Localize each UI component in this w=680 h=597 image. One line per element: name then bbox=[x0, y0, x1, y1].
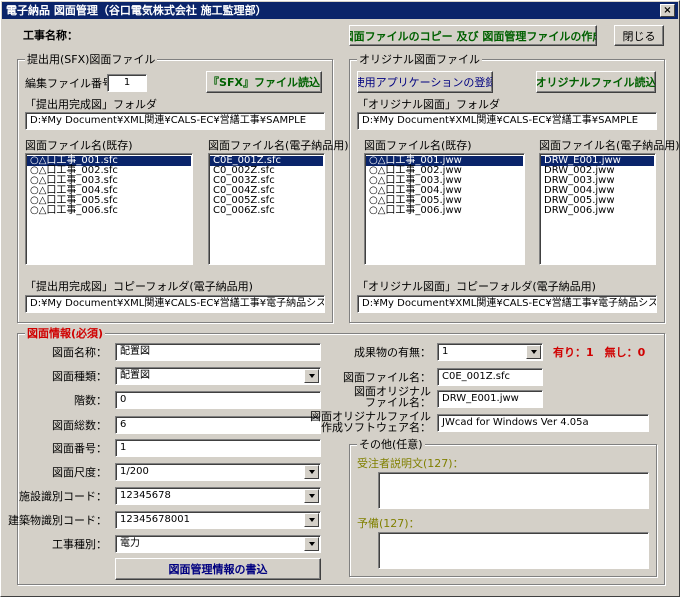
reserve-label: 予備(127)： bbox=[357, 517, 420, 530]
building-code-label: 建築物識別コード： bbox=[8, 514, 107, 527]
sfx-list1-label: 図面ファイル名(既存) bbox=[25, 139, 133, 152]
original-copy-folder-input[interactable]: D:¥My Document¥XML関連¥CALS-EC¥営繕工事¥電子納品シス… bbox=[357, 295, 657, 313]
write-drawing-info-button[interactable]: 図面管理情報の書込 bbox=[115, 558, 321, 580]
list-item[interactable]: ○△口工事_006.jww bbox=[366, 206, 523, 216]
product-exists-select[interactable]: 1 bbox=[437, 343, 543, 361]
list-item[interactable]: DRW_006.jww bbox=[541, 206, 654, 216]
close-icon[interactable]: × bbox=[660, 4, 675, 17]
chevron-down-icon[interactable] bbox=[304, 537, 319, 551]
drawing-number-input[interactable]: 1 bbox=[115, 439, 321, 457]
building-code-select[interactable]: 12345678001 bbox=[115, 511, 321, 529]
work-type-label: 工事種別： bbox=[52, 538, 107, 551]
sfx-list2-label: 図面ファイル名(電子納品用) bbox=[208, 139, 349, 152]
creation-software-input[interactable]: JWcad for Windows Ver 4.05a bbox=[437, 414, 649, 432]
work-type-value: 電力 bbox=[120, 538, 140, 549]
edit-file-number-input[interactable]: 1 bbox=[107, 74, 147, 92]
sfx-delivery-file-list[interactable]: C0E_001Z.sfc C0_002Z.sfc C0_003Z.sfc C0_… bbox=[208, 153, 325, 265]
original-read-button[interactable]: オリジナルファイル読込 bbox=[536, 71, 656, 93]
original-folder-label: 「オリジナル図面」フォルダ bbox=[357, 98, 500, 111]
product-exists-note: 有り：1 無し：0 bbox=[553, 346, 646, 359]
contractor-description-label: 受注者説明文(127)： bbox=[357, 457, 464, 470]
drawing-scale-select[interactable]: 1/200 bbox=[115, 463, 321, 481]
drawing-file-input[interactable]: C0E_001Z.sfc bbox=[437, 368, 543, 386]
other-optional-title: その他(任意) bbox=[357, 438, 425, 451]
sfx-group-title: 提出用(SFX)図面ファイル bbox=[25, 53, 158, 66]
original-folder-input[interactable]: D:¥My Document¥XML関連¥CALS-EC¥営繕工事¥SAMPLE bbox=[357, 112, 657, 130]
list-item[interactable]: ○△口工事_006.sfc bbox=[27, 206, 191, 216]
drawing-type-label: 図面種類： bbox=[52, 370, 107, 383]
floor-count-input[interactable]: 0 bbox=[115, 391, 321, 409]
product-exists-label: 成果物の有無： bbox=[354, 346, 431, 359]
original-existing-file-list[interactable]: ○△口工事_001.jww ○△口工事_002.jww ○△口工事_003.jw… bbox=[364, 153, 525, 265]
drawing-type-select[interactable]: 配置図 bbox=[115, 367, 321, 385]
register-application-button[interactable]: 使用アプリケーションの登録 bbox=[357, 71, 493, 93]
chevron-down-icon[interactable] bbox=[304, 489, 319, 503]
drawing-total-label: 図面総数： bbox=[52, 419, 107, 432]
sfx-copy-folder-label: 「提出用完成図」コピーフォルダ(電子納品用) bbox=[25, 280, 253, 293]
original-group-title: オリジナル図面ファイル bbox=[357, 53, 482, 66]
contractor-description-textarea[interactable] bbox=[378, 472, 649, 509]
original-list1-label: 図面ファイル名(既存) bbox=[364, 139, 472, 152]
facility-code-value: 12345678 bbox=[120, 490, 171, 501]
sfx-copy-folder-input[interactable]: D:¥My Document¥XML関連¥CALS-EC¥営繕工事¥電子納品シス… bbox=[25, 295, 325, 313]
drawing-number-label: 図面番号： bbox=[52, 442, 107, 455]
drawing-info-title: 図面情報(必須) bbox=[25, 327, 106, 340]
creation-software-label-line2: 作成ソフトウェア名： bbox=[321, 421, 431, 434]
drawing-name-input[interactable]: 配置図 bbox=[115, 343, 321, 361]
sfx-existing-file-list[interactable]: ○△口工事_001.sfc ○△口工事_002.sfc ○△口工事_003.sf… bbox=[25, 153, 193, 265]
drawing-file-label: 図面ファイル名： bbox=[343, 371, 431, 384]
original-file-name-label-line2: ファイル名： bbox=[365, 396, 431, 409]
window-title: 電子納品 図面管理（谷口電気株式会社 施工監理部） bbox=[6, 4, 267, 17]
sfx-folder-input[interactable]: D:¥My Document¥XML関連¥CALS-EC¥営繕工事¥SAMPLE bbox=[25, 112, 325, 130]
original-file-name-label: 図面オリジナル ファイル名： bbox=[354, 386, 431, 408]
drawing-scale-value: 1/200 bbox=[120, 466, 149, 477]
original-delivery-file-list[interactable]: DRW_E001.jww DRW_002.jww DRW_003.jww DRW… bbox=[539, 153, 656, 265]
close-button[interactable]: 閉じる bbox=[614, 25, 664, 46]
list-item[interactable]: C0_006Z.sfc bbox=[210, 206, 323, 216]
facility-code-label: 施設識別コード： bbox=[19, 490, 107, 503]
original-file-name-input[interactable]: DRW_E001.jww bbox=[437, 390, 543, 408]
sfx-read-button[interactable]: 『SFX』ファイル読込 bbox=[206, 71, 322, 93]
chevron-down-icon[interactable] bbox=[304, 465, 319, 479]
chevron-down-icon[interactable] bbox=[304, 513, 319, 527]
drawing-name-label: 図面名称： bbox=[52, 346, 107, 359]
work-type-select[interactable]: 電力 bbox=[115, 535, 321, 553]
drawing-scale-label: 図面尺度： bbox=[52, 466, 107, 479]
chevron-down-icon[interactable] bbox=[304, 369, 319, 383]
floor-count-label: 階数： bbox=[74, 394, 107, 407]
drawing-type-value: 配置図 bbox=[120, 370, 150, 381]
original-copy-folder-label: 「オリジナル図面」コピーフォルダ(電子納品用) bbox=[357, 280, 596, 293]
product-exists-value: 1 bbox=[442, 346, 449, 357]
main-window: 電子納品 図面管理（谷口電気株式会社 施工監理部） × 工事名称： 図面ファイル… bbox=[0, 0, 680, 597]
facility-code-select[interactable]: 12345678 bbox=[115, 487, 321, 505]
sfx-folder-label: 「提出用完成図」フォルダ bbox=[25, 98, 157, 111]
drawing-total-input[interactable]: 6 bbox=[115, 416, 321, 434]
original-list2-label: 図面ファイル名(電子納品用) bbox=[539, 139, 680, 152]
reserve-textarea[interactable] bbox=[378, 532, 649, 569]
creation-software-label: 図面オリジナルファイル 作成ソフトウェア名： bbox=[310, 411, 431, 433]
copy-and-create-button[interactable]: 図面ファイルのコピー 及び 図面管理ファイルの作成 bbox=[349, 25, 597, 46]
project-name-label: 工事名称： bbox=[23, 29, 78, 42]
building-code-value: 12345678001 bbox=[120, 514, 190, 525]
chevron-down-icon[interactable] bbox=[526, 345, 541, 359]
title-bar: 電子納品 図面管理（谷口電気株式会社 施工監理部） × bbox=[2, 2, 678, 19]
